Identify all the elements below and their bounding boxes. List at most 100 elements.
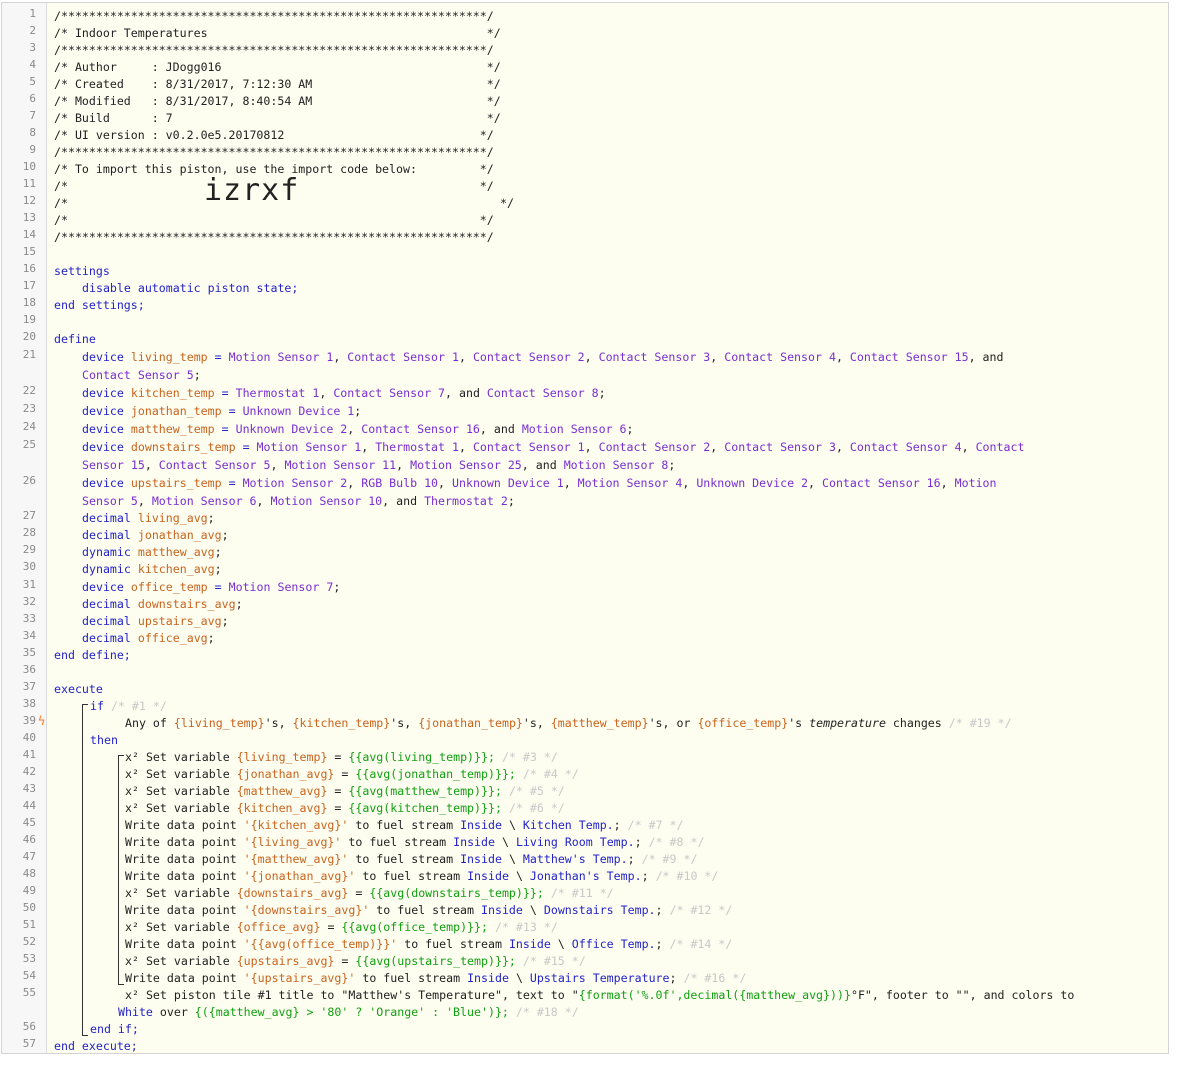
write-data-point-action[interactable]: Write data point '{living_avg}' to fuel …	[54, 833, 1118, 851]
line-number: 39	[22, 714, 36, 727]
write-data-point-action[interactable]: Write data point '{downstairs_avg}' to f…	[54, 901, 1118, 919]
import-code[interactable]: izrxf	[204, 176, 299, 206]
piston-tile-action-continued[interactable]: White over {({matthew_avg} > '80' ? 'Ora…	[54, 1003, 1118, 1021]
set-variable-action[interactable]: x² Set variable {living_temp} = {{avg(li…	[54, 748, 1118, 766]
set-variable-action[interactable]: x² Set variable {downstairs_avg} = {{avg…	[54, 884, 1118, 902]
variable-declaration[interactable]: decimal upstairs_avg;	[54, 612, 1118, 630]
line-number: 33	[22, 612, 36, 625]
write-data-point-action[interactable]: Write data point '{upstairs_avg}' to fue…	[54, 969, 1118, 987]
write-data-point-action[interactable]: Write data point '{{avg(office_temp)}}' …	[54, 935, 1118, 953]
execute-keyword[interactable]: execute	[54, 680, 1118, 698]
device-declaration-matthew-temp[interactable]: device matthew_temp = Unknown Device 2, …	[54, 420, 1118, 438]
created-comment: /* Created : 8/31/2017, 7:12:30 AM */	[54, 77, 501, 91]
code-editor[interactable]: 1 /**************************************…	[1, 2, 1169, 1054]
if-statement[interactable]: if /* #1 */	[54, 697, 1118, 715]
piston-title-comment: /* Indoor Temperatures */	[54, 26, 501, 40]
variable-declaration[interactable]: decimal jonathan_avg;	[54, 526, 1118, 544]
device-declaration-upstairs-temp[interactable]: device upstairs_temp = Motion Sensor 2, …	[54, 474, 1118, 510]
expression: {{avg(jonathan_temp)}};	[355, 767, 516, 781]
variable-declaration[interactable]: decimal office_avg;	[54, 629, 1118, 647]
variable-declaration[interactable]: dynamic kitchen_avg;	[54, 560, 1118, 578]
comment-line: /***************************************…	[54, 43, 494, 57]
separator: \	[508, 818, 516, 832]
variable-name: {downstairs_avg}	[236, 886, 349, 900]
semicolon: ;	[641, 869, 649, 883]
set-variable-action[interactable]: x² Set variable {jonathan_avg} = {{avg(j…	[54, 765, 1118, 783]
separator: \	[557, 937, 565, 951]
set-variable-action[interactable]: x² Set variable {matthew_avg} = {{avg(ma…	[54, 782, 1118, 800]
line-number: 37	[22, 680, 36, 693]
equals-sign: =	[334, 750, 342, 764]
line-number: 49	[22, 884, 36, 897]
variable-declaration[interactable]: decimal downstairs_avg;	[54, 595, 1118, 613]
line-number: 6	[29, 92, 36, 105]
set-variable-action[interactable]: x² Set variable {kitchen_avg} = {{avg(ki…	[54, 799, 1118, 817]
write-data-point-action[interactable]: Write data point '{matthew_avg}' to fuel…	[54, 850, 1118, 868]
fuel-stream-name: Downstairs Temp.	[543, 903, 656, 917]
variable-name: {office_avg}	[236, 920, 321, 934]
statement-id-comment: /* #12 */	[669, 903, 733, 917]
settings-statement[interactable]: disable automatic piston state;	[54, 279, 1118, 297]
action-verb: Write data point	[125, 835, 237, 849]
piston-tile-action[interactable]: x² Set piston tile #1 title to "Matthew'…	[54, 986, 1118, 1004]
action-verb: x² Set variable	[125, 801, 230, 815]
comment-line: /* */	[54, 213, 494, 227]
separator: \	[515, 869, 523, 883]
variable-declaration[interactable]: dynamic matthew_avg;	[54, 543, 1118, 561]
device-declaration-downstairs-temp[interactable]: device downstairs_temp = Motion Sensor 1…	[54, 438, 1118, 474]
line-number: 28	[22, 526, 36, 539]
set-variable-action[interactable]: x² Set variable {upstairs_avg} = {{avg(u…	[54, 952, 1118, 970]
line-number: 53	[22, 952, 36, 965]
equals-sign: =	[334, 784, 342, 798]
variable-name: {upstairs_avg}	[236, 954, 335, 968]
fuel-stream-group: Inside	[453, 835, 495, 849]
fuel-stream-group: Inside	[460, 852, 502, 866]
data-point-value: '{matthew_avg}'	[243, 852, 349, 866]
line-number: 11	[22, 177, 36, 190]
line-number: 34	[22, 629, 36, 642]
expression: {{avg(matthew_temp)}};	[348, 784, 502, 798]
device-declaration-office-temp[interactable]: device office_temp = Motion Sensor 7;	[54, 578, 1118, 596]
line-number: 7	[29, 109, 36, 122]
action-verb: Write data point	[125, 971, 237, 985]
line-number: 45	[22, 816, 36, 829]
action-verb: x² Set variable	[125, 886, 230, 900]
line-number: 8	[29, 126, 36, 139]
data-point-value: '{kitchen_avg}'	[243, 818, 349, 832]
data-point-value: '{downstairs_avg}'	[243, 903, 370, 917]
define-keyword[interactable]: define	[54, 330, 1118, 348]
import-code-line: /* izrxf */	[54, 176, 1118, 212]
variable-declaration[interactable]: decimal living_avg;	[54, 509, 1118, 527]
end-if-keyword: end if;	[90, 1022, 139, 1036]
line-number: 21	[22, 348, 36, 361]
write-data-point-action[interactable]: Write data point '{kitchen_avg}' to fuel…	[54, 816, 1118, 834]
device-declaration-jonathan-temp[interactable]: device jonathan_temp = Unknown Device 1;	[54, 402, 1118, 420]
settings-keyword[interactable]: settings	[54, 262, 1118, 280]
action-verb: x² Set variable	[125, 920, 230, 934]
fuel-stream-name: Matthew's Temp.	[522, 852, 628, 866]
semicolon: ;	[655, 903, 663, 917]
line-number: 30	[22, 560, 36, 573]
line-number: 12	[22, 194, 36, 207]
data-point-value: '{living_avg}'	[243, 835, 342, 849]
if-condition[interactable]: Any of {living_temp}'s, {kitchen_temp}'s…	[54, 714, 1118, 732]
line-number: 36	[22, 663, 36, 676]
set-variable-action[interactable]: x² Set variable {office_avg} = {{avg(off…	[54, 918, 1118, 936]
device-declaration-kitchen-temp[interactable]: device kitchen_temp = Thermostat 1, Cont…	[54, 384, 1118, 402]
data-point-value: '{{avg(office_temp)}}'	[243, 937, 398, 951]
line-number: 41	[22, 748, 36, 761]
action-verb: Write data point	[125, 869, 237, 883]
action-verb: Write data point	[125, 852, 237, 866]
line-number: 18	[22, 296, 36, 309]
semicolon: ;	[634, 835, 642, 849]
line-number: 3	[29, 41, 36, 54]
action-verb: to fuel stream	[362, 971, 461, 985]
line-number: 1	[29, 7, 36, 20]
write-data-point-action[interactable]: Write data point '{jonathan_avg}' to fue…	[54, 867, 1118, 885]
expression: {{avg(downstairs_temp)}};	[369, 886, 544, 900]
fuel-stream-name: Living Room Temp.	[515, 835, 635, 849]
device-declaration-living-temp[interactable]: device living_temp = Motion Sensor 1, Co…	[54, 348, 1118, 384]
variable-name: {matthew_avg}	[236, 784, 328, 798]
fuel-stream-name: Kitchen Temp.	[522, 818, 614, 832]
line-number: 51	[22, 918, 36, 931]
